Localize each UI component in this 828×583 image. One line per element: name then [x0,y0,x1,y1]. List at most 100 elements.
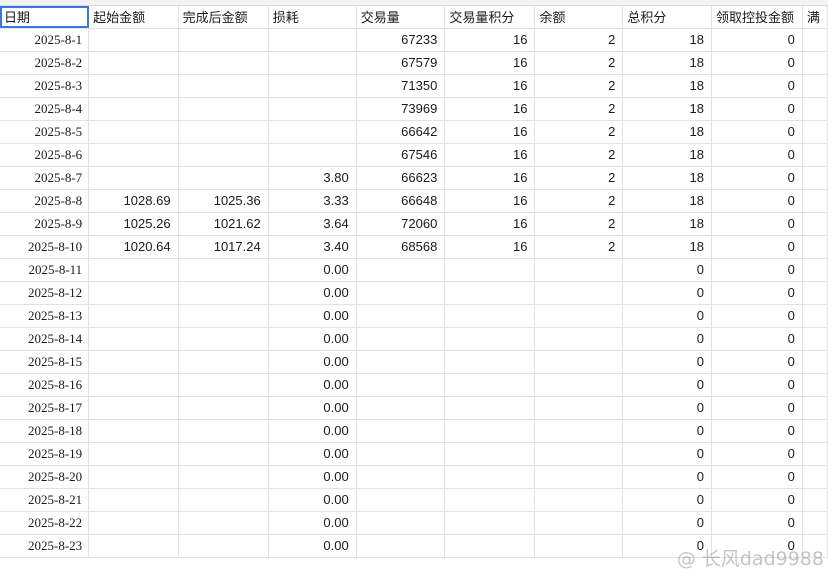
date-cell[interactable]: 2025-8-10 [0,235,90,259]
table-cell[interactable]: 18 [622,166,712,190]
table-cell[interactable] [268,74,357,98]
table-cell[interactable] [178,28,269,52]
table-cell[interactable] [356,304,446,328]
table-cell[interactable]: 66648 [356,189,446,213]
date-cell[interactable]: 2025-8-4 [0,97,90,121]
table-cell[interactable] [88,534,179,558]
table-cell[interactable]: 0.00 [268,304,357,328]
table-cell[interactable]: 18 [622,189,712,213]
date-cell[interactable]: 2025-8-16 [0,373,90,397]
date-cell[interactable]: 2025-8-14 [0,327,90,351]
table-cell[interactable]: 16 [444,51,536,75]
column-header-7[interactable]: 总积分 [622,6,712,29]
table-cell[interactable]: 0 [711,258,803,282]
column-header-4[interactable]: 交易量 [356,6,446,29]
table-cell[interactable] [88,74,179,98]
table-cell[interactable] [444,350,536,374]
table-cell[interactable] [444,534,536,558]
table-cell[interactable] [268,120,357,144]
table-cell[interactable] [356,281,446,305]
table-cell[interactable] [802,350,828,374]
table-cell[interactable] [178,396,269,420]
table-cell[interactable]: 0 [711,511,803,535]
table-cell[interactable] [802,235,828,259]
table-cell[interactable] [356,373,446,397]
table-cell[interactable] [178,74,269,98]
table-cell[interactable] [802,465,828,489]
column-header-6[interactable]: 余额 [534,6,624,29]
table-cell[interactable]: 68568 [356,235,446,259]
date-cell[interactable]: 2025-8-7 [0,166,90,190]
table-cell[interactable] [178,327,269,351]
table-cell[interactable] [356,442,446,466]
table-cell[interactable]: 0 [622,373,712,397]
date-cell[interactable]: 2025-8-18 [0,419,90,443]
table-cell[interactable] [88,258,179,282]
table-cell[interactable]: 0 [711,166,803,190]
table-cell[interactable] [802,488,828,512]
table-cell[interactable] [178,97,269,121]
column-header-0[interactable]: 日期 [0,6,90,29]
table-cell[interactable]: 16 [444,143,536,167]
table-cell[interactable]: 0 [711,327,803,351]
table-cell[interactable] [534,442,624,466]
table-cell[interactable] [534,396,624,420]
table-cell[interactable] [88,28,179,52]
table-cell[interactable] [534,465,624,489]
table-cell[interactable] [356,258,446,282]
date-cell[interactable]: 2025-8-22 [0,511,90,535]
table-cell[interactable] [268,97,357,121]
table-cell[interactable]: 0 [711,28,803,52]
table-cell[interactable]: 67579 [356,51,446,75]
table-cell[interactable] [802,396,828,420]
table-cell[interactable]: 0 [622,465,712,489]
table-cell[interactable] [802,258,828,282]
table-cell[interactable] [534,373,624,397]
table-cell[interactable] [178,350,269,374]
table-cell[interactable] [88,396,179,420]
table-cell[interactable] [802,97,828,121]
column-header-3[interactable]: 损耗 [268,6,357,29]
table-cell[interactable]: 66642 [356,120,446,144]
table-cell[interactable]: 3.40 [268,235,357,259]
table-cell[interactable] [356,488,446,512]
column-header-1[interactable]: 起始金额 [88,6,179,29]
date-cell[interactable]: 2025-8-15 [0,350,90,374]
table-cell[interactable] [356,419,446,443]
table-cell[interactable] [802,373,828,397]
table-cell[interactable]: 0.00 [268,327,357,351]
table-cell[interactable]: 16 [444,28,536,52]
date-cell[interactable]: 2025-8-19 [0,442,90,466]
table-cell[interactable]: 0 [622,488,712,512]
table-cell[interactable]: 0 [622,419,712,443]
date-cell[interactable]: 2025-8-13 [0,304,90,328]
table-cell[interactable]: 0.00 [268,511,357,535]
date-cell[interactable]: 2025-8-12 [0,281,90,305]
table-cell[interactable]: 0 [711,143,803,167]
table-cell[interactable] [534,534,624,558]
table-cell[interactable] [534,281,624,305]
table-cell[interactable]: 16 [444,97,536,121]
table-cell[interactable]: 73969 [356,97,446,121]
table-cell[interactable] [88,143,179,167]
table-cell[interactable] [88,327,179,351]
table-cell[interactable] [178,488,269,512]
table-cell[interactable] [88,511,179,535]
table-cell[interactable] [88,304,179,328]
table-cell[interactable] [88,465,179,489]
table-cell[interactable]: 2 [534,51,624,75]
table-cell[interactable] [534,304,624,328]
table-cell[interactable] [178,120,269,144]
table-cell[interactable] [802,281,828,305]
table-cell[interactable]: 1017.24 [178,235,269,259]
table-cell[interactable]: 0.00 [268,442,357,466]
table-cell[interactable] [178,442,269,466]
date-cell[interactable]: 2025-8-8 [0,189,90,213]
table-cell[interactable]: 0 [711,97,803,121]
table-cell[interactable]: 71350 [356,74,446,98]
table-cell[interactable] [534,350,624,374]
table-cell[interactable]: 66623 [356,166,446,190]
date-cell[interactable]: 2025-8-21 [0,488,90,512]
table-cell[interactable] [88,281,179,305]
table-cell[interactable]: 16 [444,74,536,98]
